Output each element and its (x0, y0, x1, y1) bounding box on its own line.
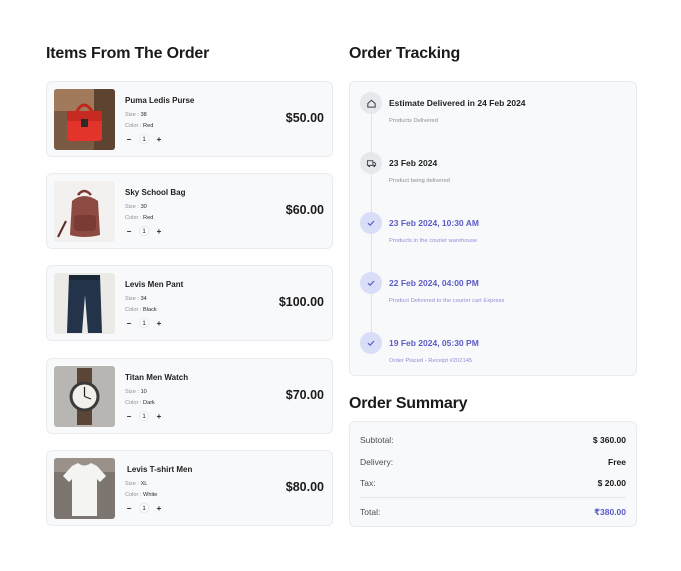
step-subtitle: Order Placed - Receipt #202145 (389, 358, 473, 364)
qty-value: 1 (139, 226, 149, 236)
tax-value: $ 20.00 (597, 478, 626, 488)
item-price: $50.00 (285, 111, 324, 125)
order-item-card: Titan Men Watch Size : 10 Color : Dark −… (46, 358, 333, 434)
step-subtitle: Product Delivered to the courier cart Ex… (389, 298, 505, 304)
order-tracking-card: Estimate Delivered in 24 Feb 2024 Produc… (349, 81, 637, 376)
decrease-qty-button[interactable]: − (125, 319, 133, 328)
increase-qty-button[interactable]: + (155, 412, 163, 421)
subtotal-label: Subtotal: (360, 435, 394, 445)
decrease-qty-button[interactable]: − (125, 227, 133, 236)
quantity-stepper: − 1 + (125, 503, 163, 513)
increase-qty-button[interactable]: + (155, 319, 163, 328)
step-subtitle: Products Delivered (389, 118, 438, 124)
item-color: Color : Dark (125, 400, 155, 406)
step-subtitle: Product being delivered (389, 178, 450, 184)
item-color: Color : Red (125, 215, 154, 221)
quantity-stepper: − 1 + (125, 318, 163, 328)
item-price: $70.00 (285, 388, 324, 402)
item-price: $100.00 (278, 295, 324, 309)
quantity-stepper: − 1 + (125, 134, 163, 144)
step-title: 23 Feb 2024 (389, 158, 438, 168)
delivery-value: Free (608, 457, 626, 467)
increase-qty-button[interactable]: + (155, 227, 163, 236)
decrease-qty-button[interactable]: − (125, 135, 133, 144)
step-subtitle: Products in the courier warehouse (389, 238, 477, 244)
check-icon (360, 272, 382, 294)
order-item-card: Puma Ledis Purse Size : 38 Color : Red −… (46, 81, 333, 157)
order-summary-card: Subtotal: $ 360.00 Delivery: Free Tax: $… (349, 421, 637, 527)
qty-value: 1 (139, 318, 149, 328)
total-value: ₹380.00 (594, 507, 626, 517)
total-label: Total: (360, 507, 381, 517)
items-section-title: Items From The Order (46, 45, 210, 62)
step-title: 19 Feb 2024, 05:30 PM (389, 338, 479, 348)
item-name: Levis T-shirt Men (127, 465, 193, 474)
qty-value: 1 (139, 134, 149, 144)
decrease-qty-button[interactable]: − (125, 412, 133, 421)
step-title: Estimate Delivered in 24 Feb 2024 (389, 98, 526, 108)
item-size: Size : 10 (125, 389, 147, 395)
tax-row: Tax: $ 20.00 (360, 478, 626, 488)
item-name: Titan Men Watch (125, 373, 189, 382)
quantity-stepper: − 1 + (125, 226, 163, 236)
jeans-image (54, 273, 115, 334)
qty-value: 1 (139, 411, 149, 421)
wrist-watch-image (54, 366, 115, 427)
subtotal-row: Subtotal: $ 360.00 (360, 435, 626, 445)
white-tshirt-image (54, 458, 115, 519)
subtotal-value: $ 360.00 (592, 435, 626, 445)
check-icon (360, 332, 382, 354)
increase-qty-button[interactable]: + (155, 504, 163, 513)
item-size: Size : 34 (125, 296, 147, 302)
item-size: Size : 30 (125, 204, 147, 210)
item-name: Sky School Bag (125, 188, 186, 197)
brown-backpack-image (54, 181, 115, 242)
total-row: Total: ₹380.00 (360, 507, 626, 518)
item-name: Puma Ledis Purse (125, 96, 195, 105)
red-handbag-image (54, 89, 115, 150)
increase-qty-button[interactable]: + (155, 135, 163, 144)
item-color: Color : Black (125, 307, 157, 313)
summary-divider (360, 497, 626, 498)
qty-value: 1 (139, 503, 149, 513)
item-color: Color : White (125, 492, 158, 498)
item-size: Size : XL (125, 481, 148, 487)
delivery-label: Delivery: (360, 457, 394, 467)
order-item-card: Sky School Bag Size : 30 Color : Red − 1… (46, 173, 333, 249)
quantity-stepper: − 1 + (125, 411, 163, 421)
decrease-qty-button[interactable]: − (125, 504, 133, 513)
item-color: Color : Red (125, 123, 154, 129)
order-item-card: Levis T-shirt Men Size : XL Color : Whit… (46, 450, 333, 526)
delivery-row: Delivery: Free (360, 457, 626, 467)
step-title: 22 Feb 2024, 04:00 PM (389, 278, 479, 288)
home-icon (360, 92, 382, 114)
summary-section-title: Order Summary (349, 395, 468, 412)
item-price: $60.00 (285, 203, 324, 217)
item-price: $80.00 (285, 480, 324, 494)
item-name: Levis Men Pant (125, 280, 184, 289)
step-title: 23 Feb 2024, 10:30 AM (389, 218, 479, 228)
tax-label: Tax: (360, 478, 376, 488)
truck-icon (360, 152, 382, 174)
item-size: Size : 38 (125, 112, 147, 118)
check-icon (360, 212, 382, 234)
tracking-section-title: Order Tracking (349, 45, 461, 62)
order-item-card: Levis Men Pant Size : 34 Color : Black −… (46, 265, 333, 341)
